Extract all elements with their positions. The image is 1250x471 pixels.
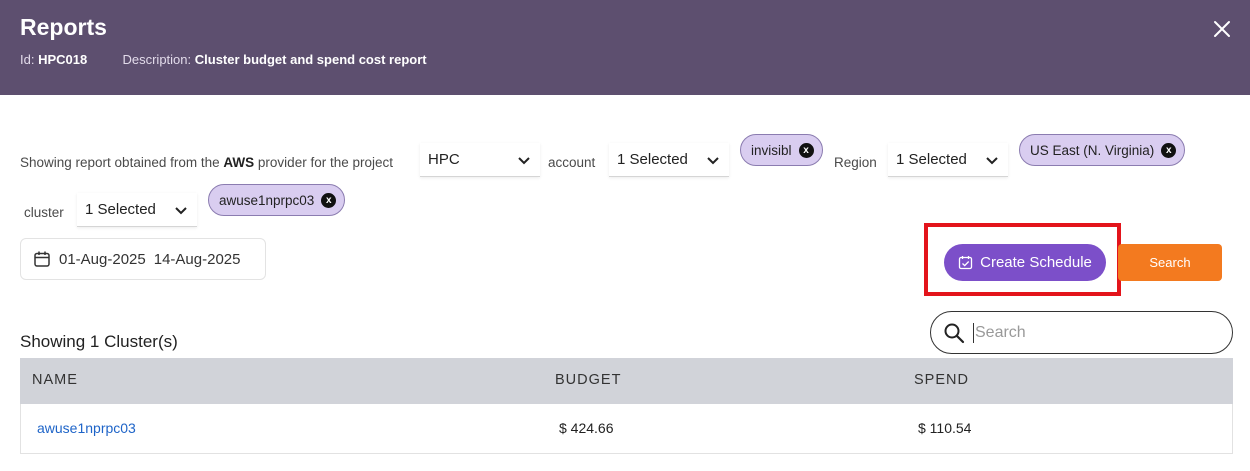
provider-sentence: Showing report obtained from the AWS pro… xyxy=(20,155,393,170)
cluster-chip-label: awuse1nprpc03 xyxy=(219,192,315,208)
account-dropdown[interactable]: 1 Selected xyxy=(609,143,729,177)
intro-text: Showing report obtained from the xyxy=(20,155,220,170)
results-count: Showing 1 Cluster(s) xyxy=(20,332,178,351)
spend-value: $ 110.54 xyxy=(918,420,972,436)
chevron-down-icon xyxy=(175,206,187,214)
report-id: HPC018 xyxy=(38,52,88,67)
remove-chip-icon[interactable]: x xyxy=(798,142,814,158)
table-header: NAME BUDGET SPEND xyxy=(20,358,1233,404)
calendar-check-icon xyxy=(958,256,973,270)
search-icon xyxy=(944,323,965,343)
report-description: Cluster budget and spend cost report xyxy=(194,52,427,67)
cluster-chip: awuse1nprpc03 x xyxy=(208,184,346,216)
report-meta: Id: HPC018 Description: Cluster budget a… xyxy=(20,52,427,67)
column-header-budget: BUDGET xyxy=(555,372,622,388)
chevron-down-icon xyxy=(518,156,530,164)
create-schedule-label: Create Schedule xyxy=(980,254,1092,271)
region-label: Region xyxy=(834,155,877,170)
date-range-picker[interactable]: 01-Aug-2025 14-Aug-2025 xyxy=(20,238,266,280)
account-label: account xyxy=(548,155,596,170)
close-icon[interactable] xyxy=(1211,18,1233,40)
column-header-spend: SPEND xyxy=(914,372,969,388)
region-value: 1 Selected xyxy=(896,151,967,168)
clusters-table: NAME BUDGET SPEND awuse1nprpc03 $ 424.66… xyxy=(20,358,1233,454)
project-value: HPC xyxy=(428,151,460,168)
end-date: 14-Aug-2025 xyxy=(153,250,241,268)
account-chip-label: invisibl xyxy=(751,142,792,158)
search-button[interactable]: Search xyxy=(1118,244,1222,281)
chevron-down-icon xyxy=(707,156,719,164)
start-date: 01-Aug-2025 xyxy=(59,250,146,268)
search-input[interactable] xyxy=(973,322,1217,343)
region-chip: US East (N. Virginia) x xyxy=(1019,134,1186,166)
column-header-name: NAME xyxy=(32,372,78,388)
cluster-value: 1 Selected xyxy=(85,201,156,218)
budget-value: $ 424.66 xyxy=(559,420,614,436)
remove-chip-icon[interactable]: x xyxy=(1161,142,1177,158)
region-chip-label: US East (N. Virginia) xyxy=(1030,142,1155,158)
account-value: 1 Selected xyxy=(617,151,688,168)
cluster-label: cluster xyxy=(24,205,64,220)
remove-chip-icon[interactable]: x xyxy=(321,192,337,208)
provider-name: AWS xyxy=(223,155,255,170)
search-box[interactable] xyxy=(930,311,1233,354)
region-dropdown[interactable]: 1 Selected xyxy=(888,143,1008,177)
chevron-down-icon xyxy=(986,156,998,164)
calendar-icon xyxy=(34,251,50,267)
description-label: Description: xyxy=(122,52,192,67)
page-title: Reports xyxy=(20,14,107,40)
provider-suffix: provider for the project xyxy=(257,155,393,170)
account-chip: invisibl x xyxy=(740,134,823,166)
cluster-dropdown[interactable]: 1 Selected xyxy=(77,193,197,227)
table-row: awuse1nprpc03 $ 424.66 $ 110.54 xyxy=(20,404,1233,454)
project-dropdown[interactable]: HPC xyxy=(420,143,540,177)
cluster-name-link[interactable]: awuse1nprpc03 xyxy=(37,420,136,436)
report-header: Reports Id: HPC018 Description: Cluster … xyxy=(0,0,1250,95)
id-label: Id: xyxy=(20,52,35,67)
create-schedule-button[interactable]: Create Schedule xyxy=(944,244,1106,281)
